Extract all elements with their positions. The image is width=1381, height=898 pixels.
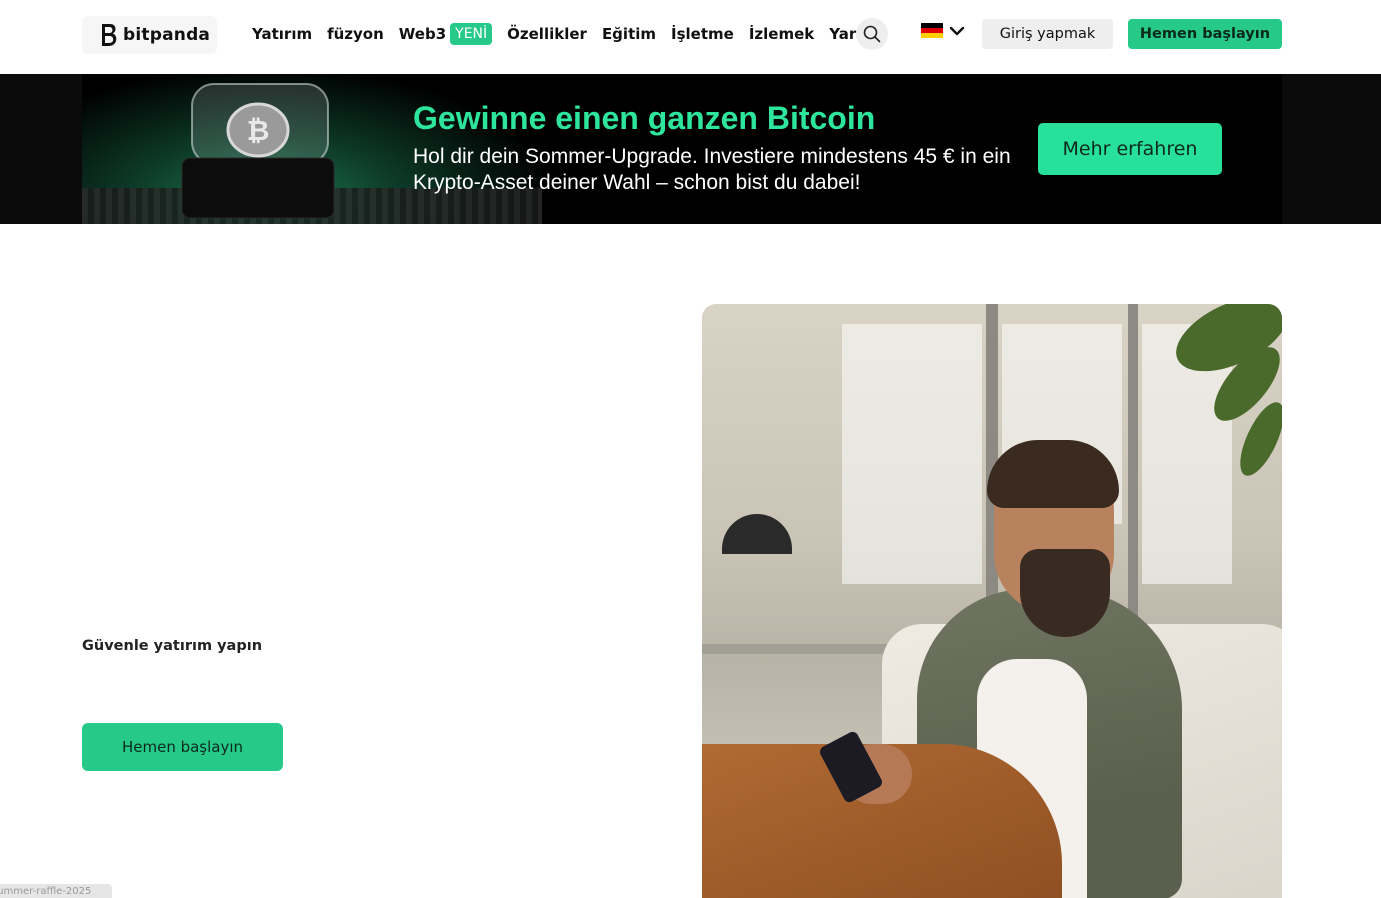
new-badge: YENİ [450, 23, 493, 45]
nav-label: Web3 [398, 25, 447, 43]
nav-item-egitim[interactable]: Eğitim [602, 25, 656, 43]
nav-label: Eğitim [601, 25, 657, 43]
debug-tag: summer-raffle-2025 [0, 884, 112, 898]
window-pane [842, 324, 982, 584]
search-icon [863, 25, 881, 43]
window-frame [1128, 304, 1138, 634]
search-button[interactable] [856, 18, 888, 50]
nav-label: füzyon [327, 25, 384, 43]
promo-banner: ₿ Gewinne einen ganzen Bitcoin Hol dir d… [82, 74, 1282, 224]
chevron-down-icon [949, 26, 965, 35]
get-started-button[interactable]: Hemen başlayın [1128, 19, 1282, 49]
nav-item-izlemek[interactable]: İzlemek [749, 25, 814, 43]
hero-tagline: Güvenle yatırım yapın [82, 638, 263, 654]
nav-item-fuzyon[interactable]: füzyon [327, 25, 384, 43]
nav-label: İzlemek [748, 25, 815, 43]
nav-label: Yatırım [252, 25, 313, 43]
nav-item-yatirim[interactable]: Yatırım [252, 25, 312, 43]
logo-text: bitpanda [123, 25, 211, 45]
person-beard [1020, 549, 1110, 637]
banner-subtitle: Hol dir dein Sommer-Upgrade. Investiere … [413, 145, 1011, 194]
login-button[interactable]: Giriş yapmak [982, 19, 1113, 49]
nav-item-isletme[interactable]: İşletme [671, 25, 734, 43]
banner-title: Gewinne einen ganzen Bitcoin [413, 100, 876, 136]
hero-photo-man-with-phone [702, 304, 1282, 898]
lamp [722, 514, 792, 554]
nav-label: Özellikler [507, 25, 587, 43]
nav-item-web3[interactable]: Web3 YENİ [398, 23, 493, 45]
person-hair [987, 440, 1119, 508]
germany-flag-icon [921, 23, 943, 38]
language-selector[interactable] [921, 23, 965, 38]
nav-item-ozellikler[interactable]: Özellikler [507, 25, 587, 43]
hero-get-started-button[interactable]: Hemen başlayın [82, 723, 283, 771]
nav-label: İşletme [671, 25, 734, 43]
debug-tag-text: summer-raffle-2025 [0, 886, 92, 897]
svg-text:₿: ₿ [247, 114, 270, 147]
site-header: bitpanda Yatırım füzyon Web3 YENİ Özelli… [0, 0, 1381, 74]
bitpanda-logo-icon [102, 24, 117, 46]
main-nav: Yatırım füzyon Web3 YENİ Özellikler Eğit… [252, 20, 903, 48]
learn-more-button[interactable]: Mehr erfahren [1038, 123, 1222, 175]
bitcoin-coin-display-icon: ₿ [181, 83, 335, 219]
bitpanda-logo[interactable]: bitpanda [82, 16, 217, 54]
